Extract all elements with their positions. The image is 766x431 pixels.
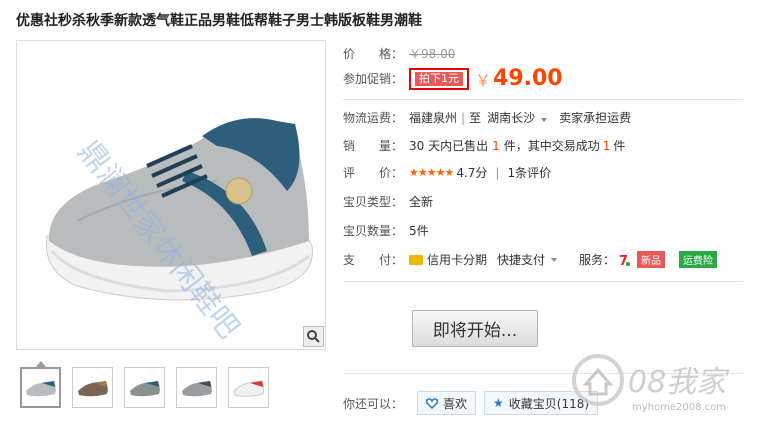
- coming-soon-button[interactable]: 即将开始...: [412, 310, 538, 347]
- promo-label: 参加促销：: [343, 72, 404, 86]
- condition-value: 全新: [409, 195, 434, 209]
- promo-tag: 拍下1元: [415, 71, 463, 86]
- sales-mid: 件，其中交易成功: [503, 139, 600, 153]
- quantity-value: 5件: [409, 224, 429, 238]
- review-link[interactable]: 1条评价: [507, 164, 551, 181]
- magnifier-icon: [307, 330, 320, 343]
- thumbnail-3[interactable]: [124, 367, 165, 408]
- ship-to-prefix: 至: [469, 111, 482, 125]
- payment-label: 支 付：: [343, 253, 404, 267]
- thumbnail-2[interactable]: [72, 367, 113, 408]
- shipping-row: 物流运费： 福建泉州 | 至 湖南长沙 卖家承担运费: [343, 109, 632, 126]
- service-label: 服务：: [579, 253, 616, 267]
- heart-icon: [426, 397, 438, 409]
- currency-symbol: ￥: [475, 70, 492, 90]
- also-label: 你还可以：: [343, 396, 404, 411]
- shipping-label: 物流运费：: [343, 111, 404, 125]
- svg-text:7: 7: [619, 254, 628, 268]
- thumbnail-strip: [20, 367, 269, 408]
- rating-divider: |: [495, 165, 500, 180]
- shoe-image: [45, 118, 313, 301]
- sales-count: 1: [492, 138, 500, 153]
- condition-label: 宝贝类型：: [343, 195, 404, 209]
- product-title: 优惠社秒杀秋季新款透气鞋正品男鞋低帮鞋子男士韩版板鞋男潮鞋: [16, 13, 422, 29]
- original-price: ￥98.00: [409, 47, 456, 61]
- chevron-down-icon[interactable]: [551, 257, 558, 262]
- sales-row: 销 量： 30 天内已售出 1 件，其中交易成功 1 件: [343, 137, 625, 154]
- rating-label: 评 价：: [343, 166, 404, 180]
- badge-new: 新品: [637, 251, 666, 268]
- zoom-button[interactable]: [303, 326, 324, 347]
- site-logo-watermark: 08我家 myhome2008.com: [572, 354, 730, 413]
- thumbnail-5[interactable]: [228, 367, 269, 408]
- promo-row: 参加促销： 拍下1元 ￥ 49.00: [343, 66, 563, 91]
- rating-score: 4.7分: [456, 166, 488, 180]
- star-rating-icon: ★★★★★: [409, 166, 454, 179]
- sales-label: 销 量：: [343, 139, 404, 153]
- credit-card-icon: [409, 254, 423, 265]
- condition-row: 宝贝类型： 全新: [343, 193, 433, 210]
- sales-prefix: 30 天内已售出: [409, 139, 489, 153]
- ship-from: 福建泉州: [409, 111, 458, 125]
- promo-highlight: 拍下1元: [409, 67, 469, 90]
- seven-day-return-icon: 7: [617, 251, 632, 268]
- badge-shipping-insurance: 运费险: [679, 251, 718, 268]
- like-label: 喜欢: [443, 396, 468, 411]
- quantity-row: 宝贝数量： 5件: [343, 222, 429, 239]
- price-row: 价 格： ￥98.00: [343, 45, 455, 62]
- divider: [343, 99, 743, 100]
- thumbnail-4[interactable]: [176, 367, 217, 408]
- quick-pay[interactable]: 快捷支付: [497, 251, 545, 268]
- shipping-fee: 卖家承担运费: [559, 111, 632, 125]
- quantity-label: 宝贝数量：: [343, 224, 404, 238]
- payment-row: 支 付： 信用卡分期 快捷支付 服务： 7 新品 运费险: [343, 251, 718, 268]
- svg-text:08我家: 08我家: [628, 365, 730, 400]
- divider: [343, 281, 743, 282]
- success-count: 1: [602, 138, 611, 153]
- price-label: 价 格：: [343, 47, 404, 61]
- promo-price: 49.00: [493, 66, 563, 91]
- actions-row: 你还可以： 喜欢 ★ 收藏宝贝(118): [343, 391, 599, 415]
- ship-to-select[interactable]: 湖南长沙: [487, 109, 548, 126]
- chevron-down-icon: [541, 118, 548, 122]
- rating-row: 评 价： ★★★★★ 4.7分 | 1条评价: [343, 164, 551, 181]
- svg-text:myhome2008.com: myhome2008.com: [632, 402, 726, 413]
- credit-installment[interactable]: 信用卡分期: [427, 251, 487, 268]
- product-main-image[interactable]: 鼎澜世家休闲鞋吧: [16, 40, 326, 350]
- like-button[interactable]: 喜欢: [417, 391, 477, 415]
- sales-suffix: 件: [613, 139, 626, 153]
- thumbnail-1[interactable]: [20, 367, 61, 408]
- star-icon: ★: [493, 396, 504, 410]
